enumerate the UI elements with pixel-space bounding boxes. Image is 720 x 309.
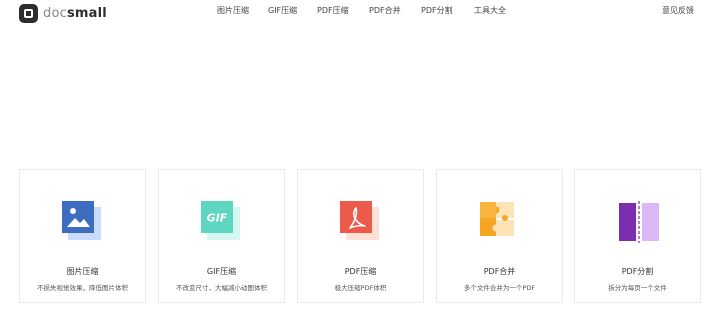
nav-image-compress[interactable]: 图片压缩 bbox=[217, 5, 249, 17]
card-description: 多个文件合并为一个PDF bbox=[463, 284, 536, 292]
feedback-link[interactable]: 意见反馈 bbox=[662, 5, 694, 17]
nav-pdf-merge[interactable]: PDF合并 bbox=[369, 5, 401, 17]
card-title: PDF分割 bbox=[621, 267, 654, 276]
card-description: 不改变尺寸，大幅减小动图体积 bbox=[176, 284, 267, 292]
nav-gif-compress[interactable]: GIF压缩 bbox=[268, 5, 297, 17]
nav-pdf-compress[interactable]: PDF压缩 bbox=[317, 5, 349, 17]
card-title: PDF合并 bbox=[483, 267, 516, 276]
card-image-compress[interactable]: 图片压缩 不损失视觉效果，降低图片体积 bbox=[19, 169, 146, 303]
card-pdf-merge[interactable]: PDF合并 多个文件合并为一个PDF bbox=[436, 169, 563, 303]
card-description: 不损失视觉效果，降低图片体积 bbox=[37, 284, 128, 292]
top-nav: 图片压缩 GIF压缩 PDF压缩 PDF合并 PDF分割 工具大全 bbox=[0, 5, 720, 19]
puzzle-icon bbox=[479, 202, 514, 236]
card-description: 极大压缩PDF体积 bbox=[334, 284, 387, 292]
split-icon bbox=[618, 201, 659, 243]
card-pdf-split[interactable]: PDF分割 拆分为每页一个文件 bbox=[574, 169, 701, 303]
gif-badge-text: GIF bbox=[206, 212, 227, 225]
nav-all-tools[interactable]: 工具大全 bbox=[474, 5, 506, 17]
card-title: 图片压缩 bbox=[66, 267, 99, 276]
card-gif-compress[interactable]: GIF GIF压缩 不改变尺寸，大幅减小动图体积 bbox=[158, 169, 285, 303]
pdf-icon bbox=[339, 201, 379, 240]
nav-pdf-split[interactable]: PDF分割 bbox=[421, 5, 453, 17]
gif-icon: GIF bbox=[200, 201, 240, 240]
card-pdf-compress[interactable]: PDF压缩 极大压缩PDF体积 bbox=[297, 169, 424, 303]
image-icon bbox=[61, 201, 101, 240]
card-title: PDF压缩 bbox=[344, 267, 377, 276]
card-title: GIF压缩 bbox=[206, 267, 237, 276]
page: docsmall 图片压缩 GIF压缩 PDF压缩 PDF合并 PDF分割 工具… bbox=[0, 0, 720, 309]
card-description: 拆分为每页一个文件 bbox=[608, 284, 667, 292]
header: docsmall 图片压缩 GIF压缩 PDF压缩 PDF合并 PDF分割 工具… bbox=[0, 0, 720, 26]
